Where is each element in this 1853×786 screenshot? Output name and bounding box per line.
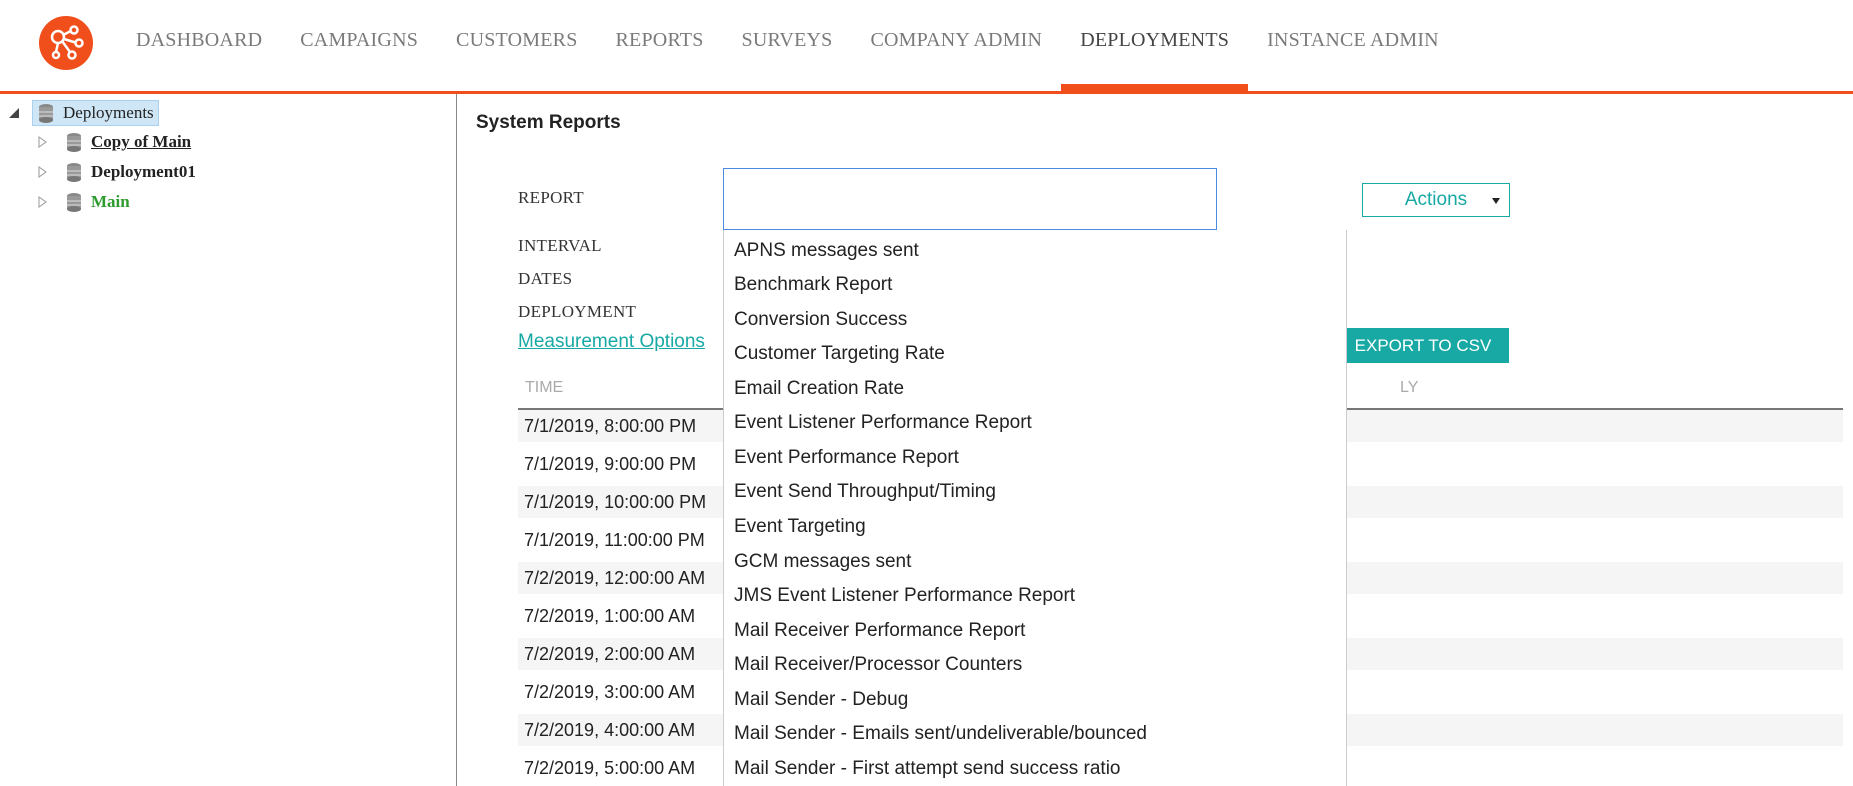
interval-label: INTERVAL	[518, 236, 602, 255]
tree-node-copy-of-main[interactable]: Copy of Main	[38, 132, 191, 152]
report-option[interactable]: Mail Sender - Emails sent/undeliverable/…	[734, 723, 1147, 745]
report-option[interactable]: Event Performance Report	[734, 447, 959, 469]
column-header-second: LY	[1400, 379, 1419, 396]
report-option[interactable]: APNS messages sent	[734, 240, 919, 262]
dates-label: DATES	[518, 269, 573, 288]
report-option[interactable]: Mail Sender - Debug	[734, 689, 908, 711]
nav-surveys[interactable]: SURVEYS	[723, 0, 852, 91]
time-cell: 7/1/2019, 10:00:00 PM	[524, 492, 707, 512]
nav-deployments[interactable]: DEPLOYMENTS	[1061, 0, 1248, 94]
report-option[interactable]: Event Listener Performance Report	[734, 412, 1032, 434]
database-icon	[67, 163, 81, 182]
database-stack-icon	[39, 104, 53, 123]
report-option[interactable]: Email Creation Rate	[734, 378, 904, 400]
nav-company-admin[interactable]: COMPANY ADMIN	[851, 0, 1061, 91]
tree-node-label[interactable]: Copy of Main	[91, 132, 191, 152]
report-option[interactable]: Event Targeting	[734, 516, 866, 538]
actions-label: Actions	[1404, 189, 1468, 210]
main-nav: DASHBOARD CAMPAIGNS CUSTOMERS REPORTS SU…	[117, 0, 1458, 94]
deployment-label: DEPLOYMENT	[518, 302, 637, 321]
tree-node-main[interactable]: Main	[38, 192, 130, 212]
report-option[interactable]: Mail Sender - First attempt send success…	[734, 758, 1120, 780]
database-icon	[67, 193, 81, 212]
export-to-csv-button[interactable]: EXPORT TO CSV	[1337, 328, 1509, 363]
report-option[interactable]: Mail Receiver Performance Report	[734, 620, 1025, 642]
report-options-dropdown: APNS messages sent Benchmark Report Conv…	[723, 230, 1347, 786]
nav-reports[interactable]: REPORTS	[597, 0, 723, 91]
collapse-caret-icon[interactable]	[8, 107, 20, 119]
tree-root-label: Deployments	[63, 103, 154, 122]
time-cell: 7/2/2019, 4:00:00 AM	[524, 720, 696, 740]
deployment-tree-panel: Deployments Copy of Main Deployment01 Ma…	[0, 94, 457, 786]
database-icon	[67, 133, 81, 152]
tree-node-deployment01[interactable]: Deployment01	[38, 162, 196, 182]
time-cell: 7/1/2019, 11:00:00 PM	[524, 530, 705, 550]
report-option[interactable]: Mail Receiver/Processor Counters	[734, 654, 1022, 676]
report-option[interactable]: JMS Event Listener Performance Report	[734, 585, 1075, 607]
tree-root-node[interactable]: Deployments	[8, 100, 159, 126]
brand-logo-icon[interactable]	[39, 16, 93, 70]
time-cell: 7/1/2019, 8:00:00 PM	[524, 416, 697, 436]
time-cell: 7/2/2019, 3:00:00 AM	[524, 682, 696, 702]
report-option[interactable]: Customer Targeting Rate	[734, 343, 945, 365]
time-cell: 7/2/2019, 5:00:00 AM	[524, 758, 696, 778]
time-cell: 7/1/2019, 9:00:00 PM	[524, 454, 697, 474]
measurement-options-link[interactable]: Measurement Options	[518, 331, 705, 353]
report-label: REPORT	[518, 188, 584, 207]
tree-root-label-box[interactable]: Deployments	[32, 100, 159, 126]
time-cell: 7/2/2019, 1:00:00 AM	[524, 606, 696, 626]
report-option[interactable]: GCM messages sent	[734, 551, 911, 573]
actions-dropdown-button[interactable]: Actions	[1362, 183, 1510, 217]
time-cell: 7/2/2019, 12:00:00 AM	[524, 568, 706, 588]
report-select-input[interactable]	[723, 168, 1217, 230]
report-option[interactable]: Benchmark Report	[734, 274, 892, 296]
time-cell: 7/2/2019, 2:00:00 AM	[524, 644, 696, 664]
expand-caret-icon[interactable]	[38, 166, 47, 178]
nav-customers[interactable]: CUSTOMERS	[437, 0, 596, 91]
expand-caret-icon[interactable]	[38, 196, 47, 208]
page-title: System Reports	[476, 112, 621, 133]
tree-node-label[interactable]: Deployment01	[91, 162, 196, 182]
nav-instance-admin[interactable]: INSTANCE ADMIN	[1248, 0, 1458, 91]
nav-campaigns[interactable]: CAMPAIGNS	[281, 0, 437, 91]
report-option[interactable]: Event Send Throughput/Timing	[734, 481, 996, 503]
top-navigation-bar: DASHBOARD CAMPAIGNS CUSTOMERS REPORTS SU…	[0, 0, 1853, 94]
tree-node-label[interactable]: Main	[91, 192, 130, 212]
report-option[interactable]: Conversion Success	[734, 309, 907, 331]
caret-down-icon	[1492, 198, 1500, 204]
nav-dashboard[interactable]: DASHBOARD	[117, 0, 281, 91]
expand-caret-icon[interactable]	[38, 136, 47, 148]
column-header-time: TIME	[525, 379, 564, 396]
